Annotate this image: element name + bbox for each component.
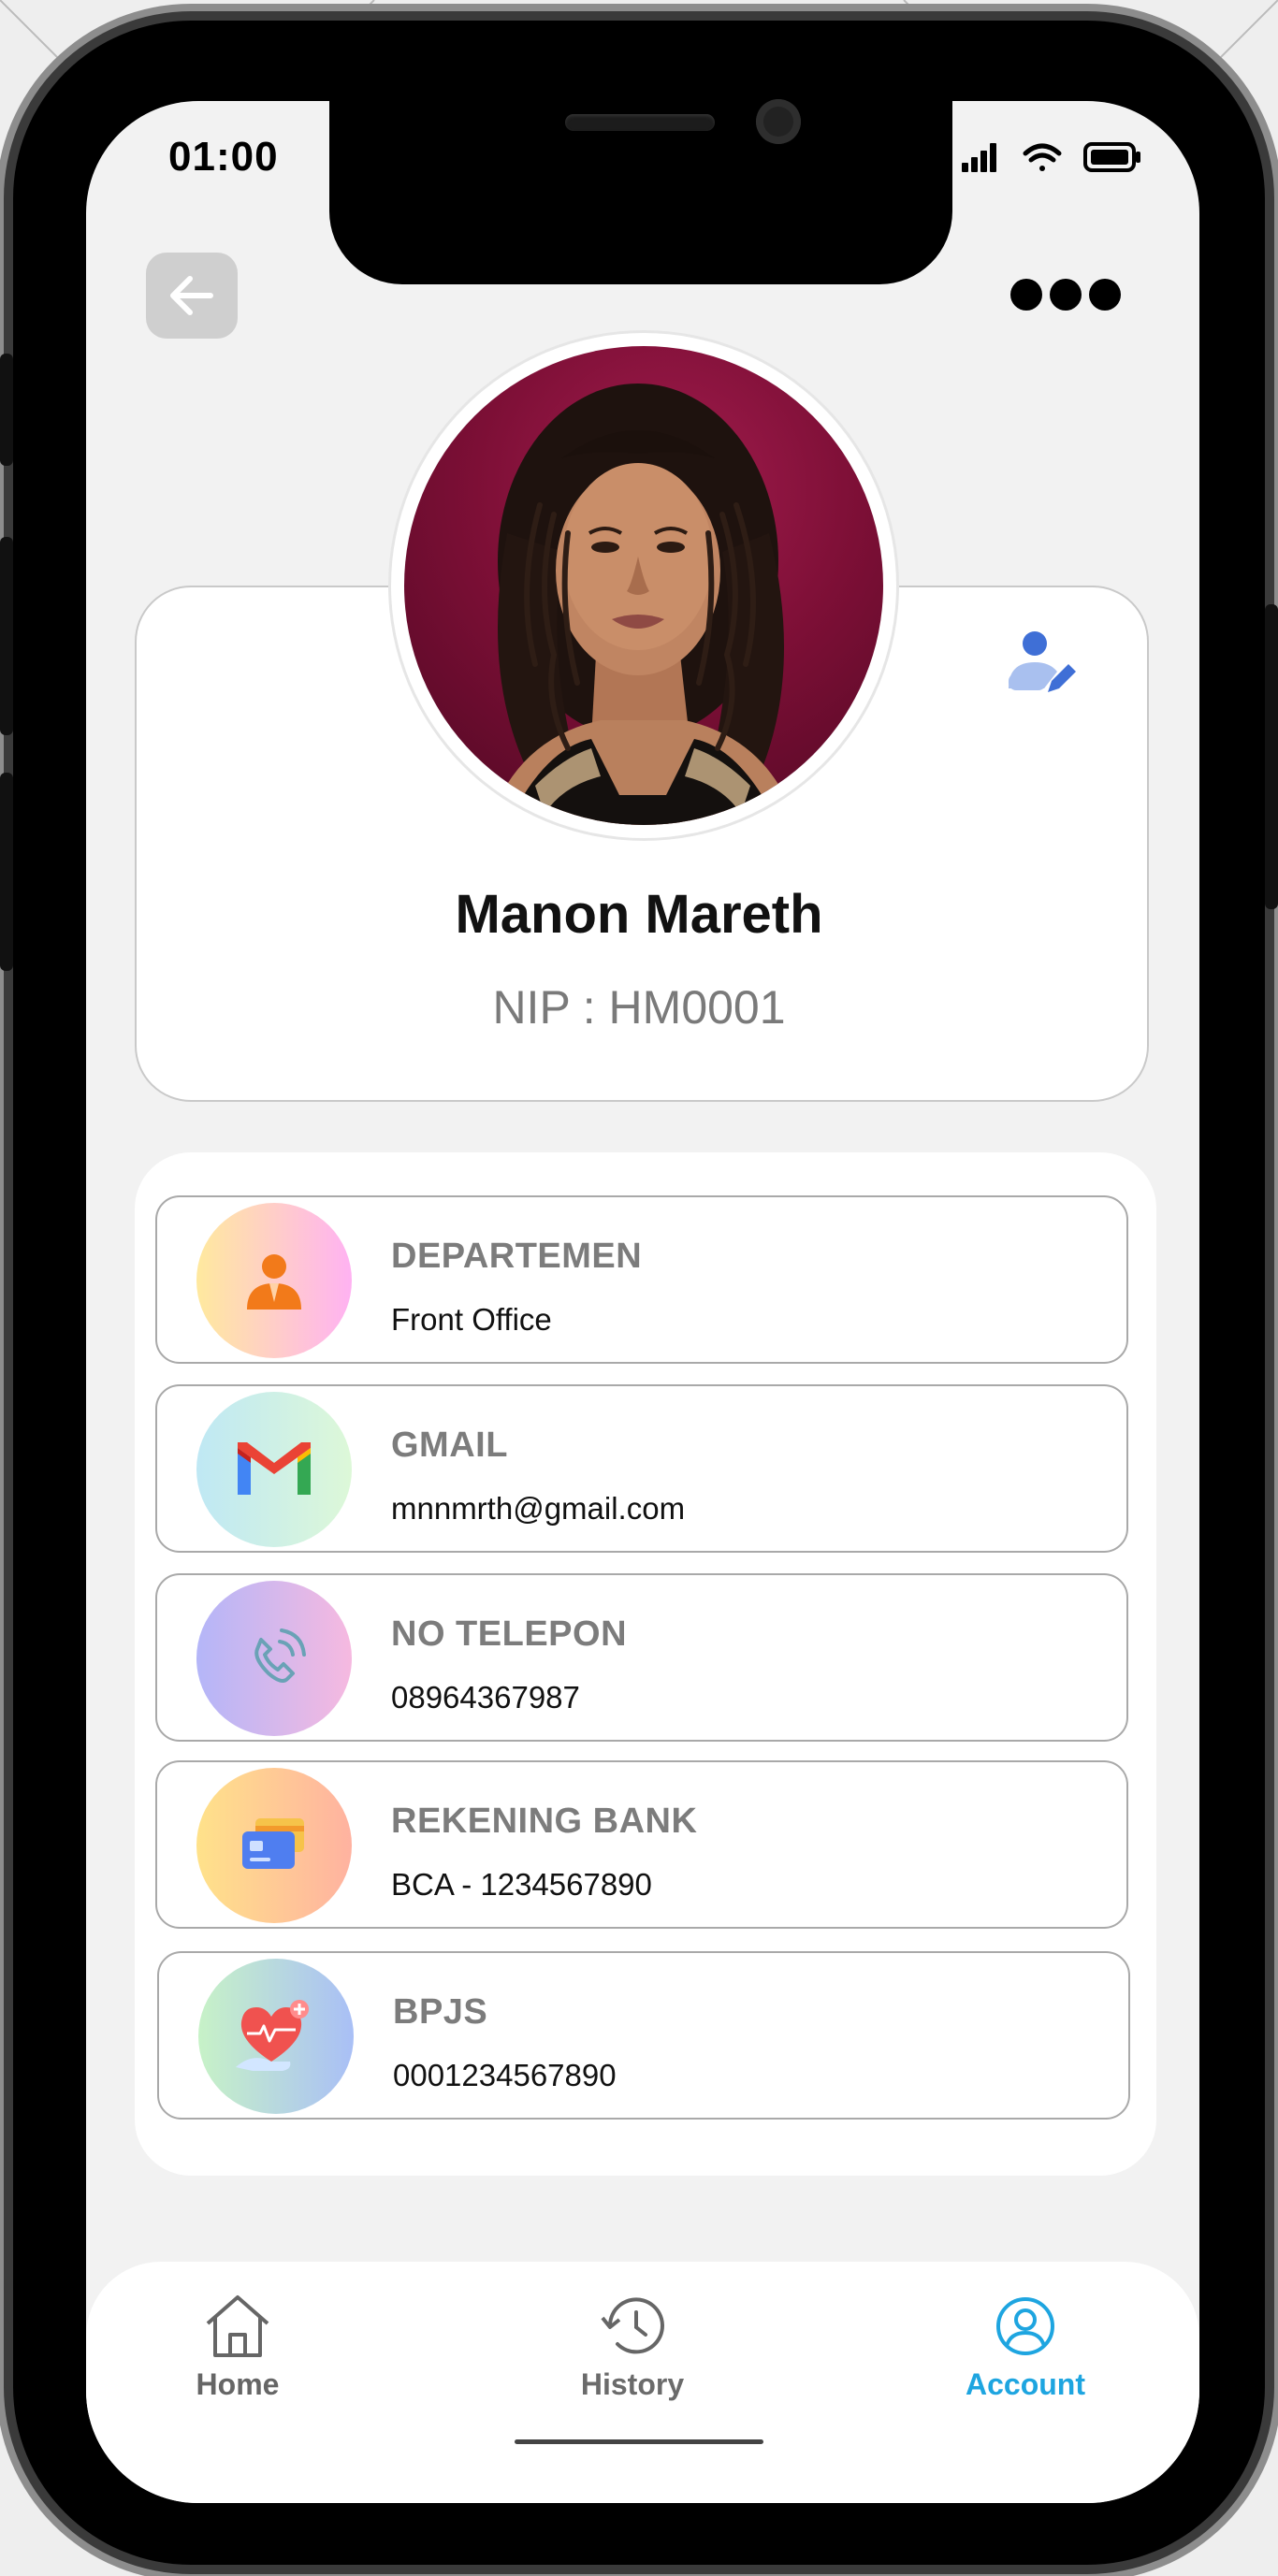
nav-label-history: History: [580, 2367, 685, 2401]
status-time: 01:00: [168, 134, 279, 180]
info-value: BCA - 1234567890: [391, 1867, 652, 1902]
info-label: DEPARTEMEN: [391, 1237, 643, 1276]
bank-card-icon: [242, 1818, 304, 1869]
wifi-icon: [1023, 143, 1062, 171]
info-value: 08964367987: [391, 1680, 580, 1715]
info-item-bpjs[interactable]: BPJS 0001234567890: [157, 1951, 1130, 2120]
side-button-power: [1265, 604, 1278, 909]
nav-account[interactable]: Account: [932, 2294, 1119, 2402]
info-item-telepon[interactable]: NO TELEPON 08964367987: [155, 1573, 1128, 1742]
employee-icon: [247, 1254, 301, 1310]
user-edit-icon: [1009, 631, 1076, 692]
arrow-left-icon: [170, 276, 213, 315]
history-icon: [601, 2297, 664, 2354]
info-value: Front Office: [391, 1302, 552, 1337]
status-icons: [960, 138, 1147, 176]
nav-home[interactable]: Home: [144, 2294, 331, 2402]
info-label: REKENING BANK: [391, 1802, 698, 1841]
phone-icon: [254, 1628, 306, 1683]
profile-nip: NIP : HM0001: [492, 981, 786, 1034]
profile-name: Manon Mareth: [455, 884, 823, 945]
info-icon-circle: [196, 1581, 352, 1736]
info-icon-circle: [196, 1768, 352, 1923]
more-options-button[interactable]: [1010, 279, 1121, 311]
info-icon-circle: [196, 1392, 352, 1547]
info-item-gmail[interactable]: GMAIL mnnmrth@gmail.com: [155, 1384, 1128, 1553]
avatar: [391, 333, 896, 838]
nav-label-account: Account: [966, 2367, 1085, 2401]
info-label: GMAIL: [391, 1425, 508, 1465]
side-button-silent: [0, 354, 13, 466]
info-icon-circle: [198, 1959, 354, 2114]
info-icon-circle: [196, 1203, 352, 1358]
home-indicator: [515, 2439, 763, 2444]
front-camera: [756, 99, 801, 144]
nav-history[interactable]: History: [539, 2294, 726, 2402]
more-dot: [1089, 279, 1121, 311]
info-value: 0001234567890: [393, 2058, 617, 2092]
side-button-volume-up: [0, 537, 13, 735]
info-label: NO TELEPON: [391, 1614, 628, 1654]
info-item-rekening[interactable]: REKENING BANK BCA - 1234567890: [155, 1760, 1128, 1929]
speaker: [565, 114, 715, 131]
info-item-departemen[interactable]: DEPARTEMEN Front Office: [155, 1195, 1128, 1364]
avatar-photo: [404, 346, 883, 825]
gmail-icon: [238, 1442, 311, 1495]
back-button[interactable]: [146, 253, 238, 339]
edit-profile-button[interactable]: [1007, 630, 1082, 705]
info-value: mnnmrth@gmail.com: [391, 1491, 686, 1526]
battery-icon: [1083, 142, 1140, 172]
nav-label-home: Home: [196, 2367, 280, 2401]
signal-icon: [962, 143, 996, 172]
health-heart-icon: [236, 2000, 309, 2071]
info-label: BPJS: [393, 1992, 488, 2032]
more-dot: [1050, 279, 1082, 311]
account-icon: [996, 2297, 1054, 2355]
more-dot: [1010, 279, 1042, 311]
home-icon: [206, 2295, 269, 2357]
